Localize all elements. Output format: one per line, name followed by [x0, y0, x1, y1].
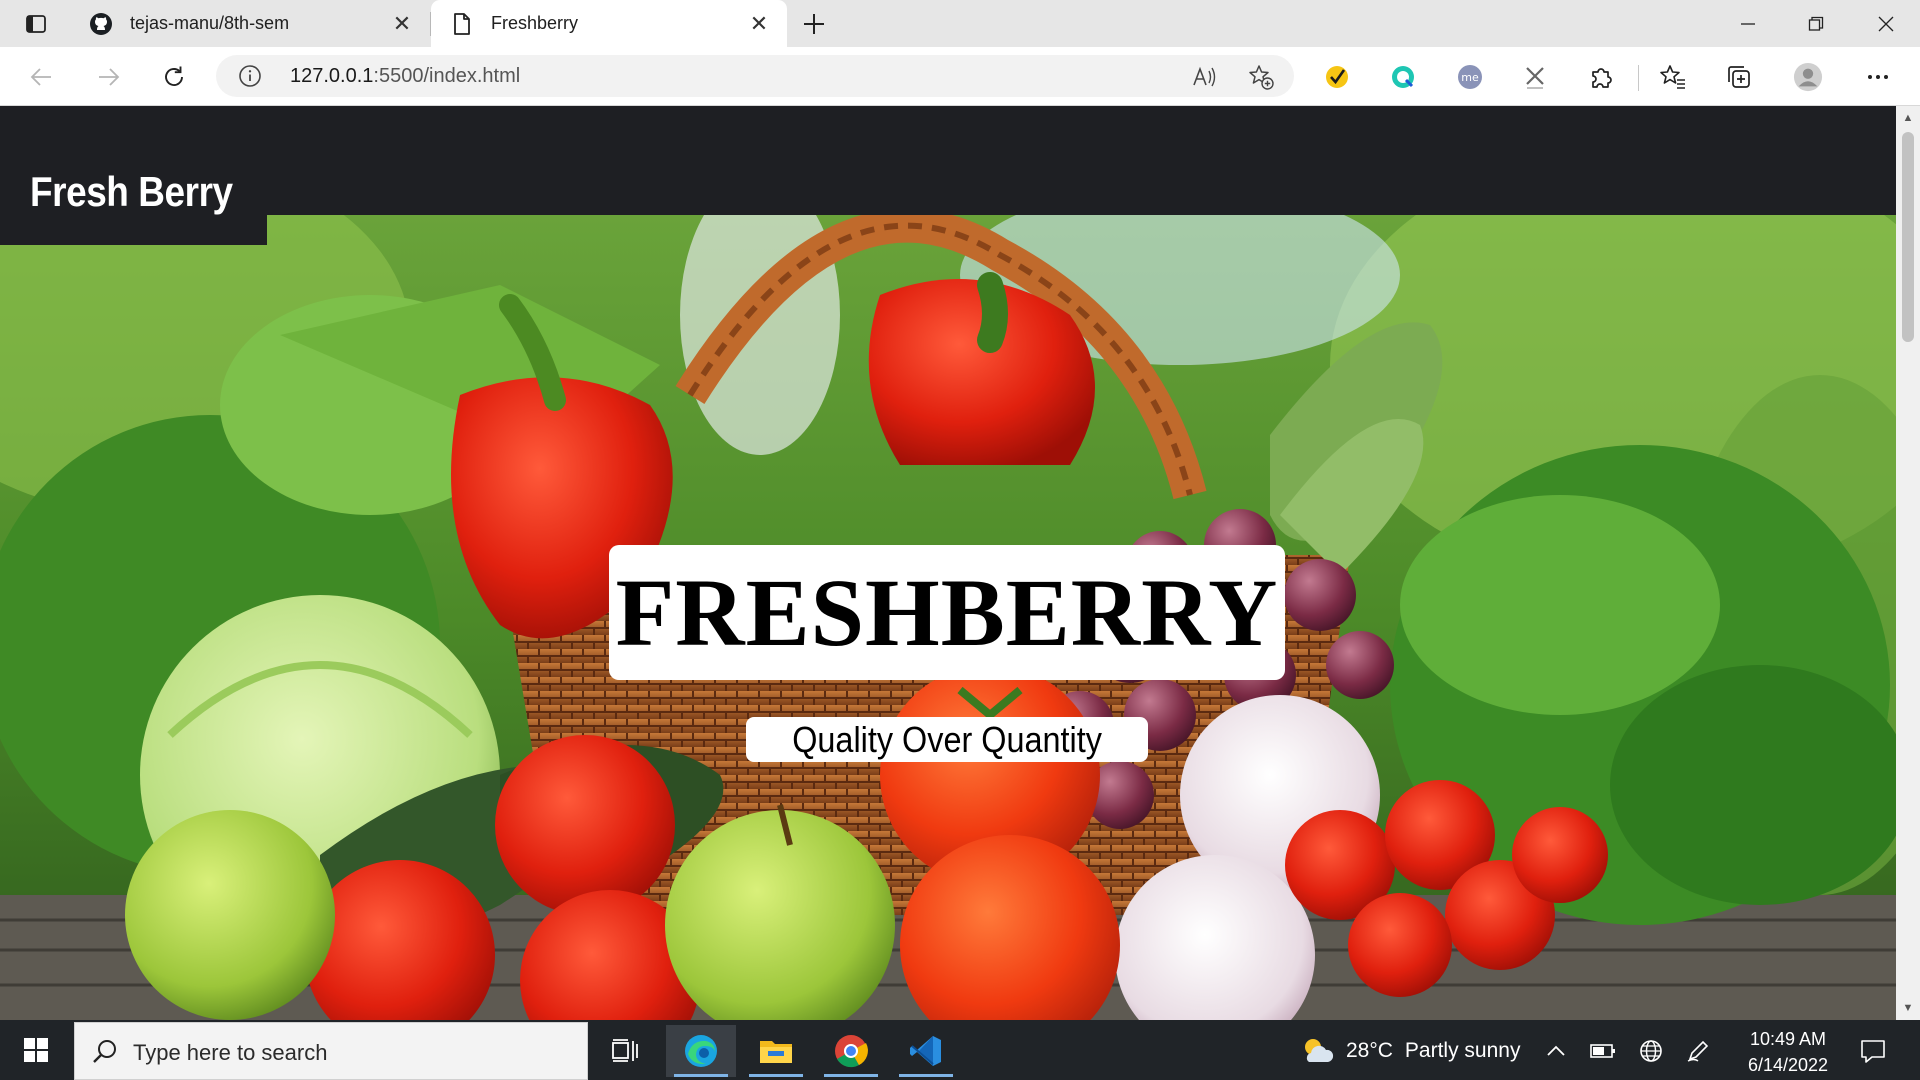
task-view-icon: [612, 1039, 638, 1062]
folder-icon: [760, 1041, 792, 1063]
hero-subtitle-box: Quality Over Quantity: [746, 717, 1148, 762]
pen-icon[interactable]: [1683, 1036, 1713, 1066]
search-placeholder: Type here to search: [133, 1040, 328, 1065]
collections-icon[interactable]: [1724, 62, 1754, 92]
scrollbar-thumb[interactable]: [1902, 132, 1914, 342]
svg-text:me: me: [1461, 71, 1479, 84]
notification-icon: [1861, 1040, 1885, 1063]
taskbar-explorer-button[interactable]: [741, 1025, 811, 1077]
tab-title: tejas-manu/8th-sem: [130, 13, 290, 33]
extensions-puzzle-icon[interactable]: [1586, 62, 1616, 92]
read-aloud-icon[interactable]: [1192, 64, 1218, 90]
weather-widget[interactable]: 28°C Partly sunny: [1300, 1036, 1520, 1066]
tab-strip: tejas-manu/8th-sem ✕ Freshberry ✕: [0, 0, 1920, 47]
plus-icon: [804, 14, 824, 34]
taskbar-chrome-button[interactable]: [816, 1025, 886, 1077]
favorites-icon[interactable]: [1658, 62, 1688, 92]
running-indicator: [824, 1074, 878, 1077]
restore-icon: [1808, 16, 1824, 31]
extension-x-icon[interactable]: [1520, 62, 1550, 92]
page-icon: [449, 11, 475, 37]
arrow-left-icon: [30, 68, 51, 86]
hero-section: FRESHBERRY Quality Over Quantity: [0, 215, 1896, 1020]
running-indicator: [749, 1074, 803, 1077]
partly-sunny-icon: [1305, 1039, 1334, 1062]
profile-avatar[interactable]: [1793, 62, 1823, 92]
url-path: :5500/index.html: [373, 65, 521, 87]
start-button[interactable]: [14, 1034, 58, 1066]
active-indicator: [674, 1074, 728, 1077]
taskbar: Type here to search 28°C Partly sunny 10…: [0, 1020, 1920, 1080]
info-icon[interactable]: [238, 64, 262, 88]
address-bar[interactable]: 127.0.0.1:5500/index.html: [216, 55, 1294, 97]
site-header: [0, 106, 1896, 215]
hero-title: FRESHBERRY: [615, 559, 1279, 666]
close-icon: [1878, 16, 1894, 32]
clock-time: 10:49 AM: [1749, 1029, 1827, 1049]
scroll-up-icon[interactable]: ▲: [1896, 108, 1920, 128]
weather-description: Partly sunny: [1404, 1039, 1521, 1062]
web-page: Fresh Berry FRESHBERRY Quality Over Quan…: [0, 106, 1896, 1020]
more-menu-icon[interactable]: [1863, 62, 1893, 92]
page-scrollbar[interactable]: ▲ ▼: [1896, 106, 1920, 1020]
edge-icon: [685, 1035, 717, 1067]
running-indicator: [899, 1074, 953, 1077]
back-button[interactable]: [25, 60, 59, 94]
toolbar: 127.0.0.1:5500/index.html me: [0, 47, 1920, 106]
search-icon: [91, 1037, 119, 1065]
add-favorite-icon[interactable]: [1248, 64, 1274, 90]
arrow-right-icon: [99, 68, 120, 86]
extension-q-icon[interactable]: [1388, 62, 1418, 92]
tab-actions-icon: [26, 15, 46, 33]
scroll-down-icon[interactable]: ▼: [1896, 998, 1920, 1018]
restore-button[interactable]: [1788, 6, 1844, 42]
brand-box: Fresh Berry: [0, 106, 267, 245]
close-tab-icon[interactable]: ✕: [388, 10, 416, 38]
toolbar-divider: [1638, 65, 1639, 91]
minimize-icon: [1741, 23, 1755, 25]
forward-button[interactable]: [91, 60, 125, 94]
vscode-icon: [910, 1036, 941, 1066]
extension-checkmark-icon[interactable]: [1322, 62, 1352, 92]
url-text[interactable]: 127.0.0.1:5500/index.html: [290, 65, 520, 88]
new-tab-button[interactable]: [798, 8, 830, 40]
extension-me-icon[interactable]: me: [1455, 62, 1485, 92]
windows-icon: [24, 1038, 48, 1062]
chrome-icon: [835, 1035, 868, 1068]
hero-title-box: FRESHBERRY: [609, 545, 1285, 680]
chevron-up-icon: [1547, 1045, 1565, 1056]
tab-freshberry[interactable]: Freshberry ✕: [431, 0, 787, 47]
tab-github[interactable]: tejas-manu/8th-sem ✕: [70, 0, 430, 47]
site-brand[interactable]: Fresh Berry: [30, 168, 233, 216]
tab-actions-button[interactable]: [14, 8, 58, 40]
taskbar-search[interactable]: Type here to search: [74, 1022, 588, 1080]
url-host: 127.0.0.1: [290, 65, 374, 87]
close-window-button[interactable]: [1858, 6, 1914, 42]
network-icon[interactable]: [1636, 1036, 1666, 1066]
notifications-button[interactable]: [1858, 1036, 1888, 1066]
weather-temperature: 28°C: [1346, 1039, 1393, 1062]
show-hidden-icons-button[interactable]: [1541, 1036, 1571, 1066]
task-view-button[interactable]: [590, 1025, 660, 1077]
hero-subtitle: Quality Over Quantity: [792, 718, 1102, 760]
system-clock[interactable]: 10:49 AM 6/14/2022: [1730, 1026, 1846, 1078]
close-tab-icon[interactable]: ✕: [745, 10, 773, 38]
minimize-button[interactable]: [1720, 6, 1776, 42]
tab-title: Freshberry: [491, 13, 579, 33]
github-icon: [88, 11, 114, 37]
clock-date: 6/14/2022: [1747, 1055, 1829, 1075]
reload-button[interactable]: [157, 60, 191, 94]
taskbar-vscode-button[interactable]: [891, 1025, 961, 1077]
taskbar-edge-button[interactable]: [666, 1025, 736, 1077]
battery-icon[interactable]: [1588, 1036, 1618, 1066]
reload-icon: [165, 66, 183, 86]
